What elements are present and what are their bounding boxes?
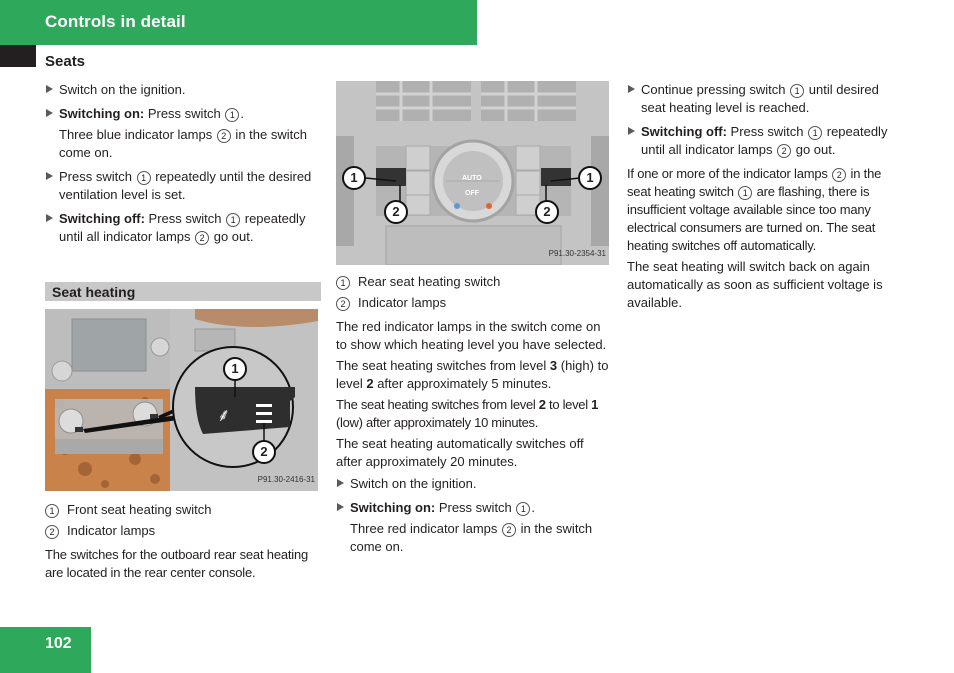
paragraph: The red indicator lamps in the switch co… xyxy=(336,319,607,352)
front-console-illustration: ⸙ xyxy=(45,309,318,491)
arrow-bullet-icon xyxy=(337,503,344,511)
page-number: 102 xyxy=(45,635,72,652)
reference-number: 1 xyxy=(136,171,151,185)
arrow-bullet-icon xyxy=(628,127,635,135)
instruction-step: Switching on: Press switch 1. xyxy=(45,105,321,123)
paragraph: If one or more of the indicator lamps 2 … xyxy=(627,166,882,253)
callout-1: 1 xyxy=(223,357,247,381)
reference-number: 2 xyxy=(502,523,517,537)
reference-number: 1 xyxy=(226,213,241,227)
page-number-box: 102 xyxy=(0,627,91,673)
arrow-bullet-icon xyxy=(46,214,53,222)
reference-number: 1 xyxy=(225,108,240,122)
instruction-step: Press switch 1 repeatedly until the desi… xyxy=(45,168,321,204)
column-1: Switch on the ignition. Switching on: Pr… xyxy=(45,81,321,585)
callout-2-right: 2 xyxy=(535,200,559,224)
section-marker xyxy=(0,45,36,67)
legend-item: 1 Rear seat heating switch xyxy=(336,273,612,291)
rear-console-photo: AUTO OFF 1 2 1 2 P91.30-2354-31 xyxy=(336,81,609,265)
front-console-photo: ⸙ 1 2 P91.30-2416-31 xyxy=(45,309,318,491)
subsection-heading: Seat heating xyxy=(45,282,321,301)
arrow-bullet-icon xyxy=(628,85,635,93)
instruction-step: Continue pressing switch 1 until desired… xyxy=(627,81,903,117)
reference-number: 2 xyxy=(216,129,231,143)
arrow-bullet-icon xyxy=(337,479,344,487)
reference-number: 2 xyxy=(45,525,59,539)
arrow-bullet-icon xyxy=(46,172,53,180)
callout-1-left: 1 xyxy=(342,166,366,190)
instruction-result: Three red indicator lamps 2 in the switc… xyxy=(350,521,593,554)
section-title: Seats xyxy=(45,53,86,70)
climate-off-label: OFF xyxy=(465,190,479,197)
reference-number: 1 xyxy=(45,504,59,518)
paragraph: The seat heating switches from level 3 (… xyxy=(336,358,609,391)
column-3: Continue pressing switch 1 until desired… xyxy=(627,81,903,315)
callout-2: 2 xyxy=(252,440,276,464)
reference-number: 2 xyxy=(195,231,210,245)
note-text: The switches for the outboard rear seat … xyxy=(45,547,309,580)
reference-number: 1 xyxy=(738,186,753,200)
legend-item: 2 Indicator lamps xyxy=(45,522,321,540)
reference-number: 2 xyxy=(832,168,847,182)
arrow-bullet-icon xyxy=(46,109,53,117)
reference-number: 1 xyxy=(808,126,823,140)
instruction-step: Switch on the ignition. xyxy=(45,81,321,99)
instruction-result: Three blue indicator lamps 2 in the swit… xyxy=(59,127,307,160)
svg-text:⸙: ⸙ xyxy=(217,405,231,426)
reference-number: 1 xyxy=(516,502,531,516)
column-2: AUTO OFF 1 2 1 2 P91.30-2354-31 1 Rear se… xyxy=(336,81,612,562)
instruction-step: Switch on the ignition. xyxy=(336,475,612,493)
photo-code: P91.30-2354-31 xyxy=(548,249,606,258)
legend-item: 1 Front seat heating switch xyxy=(45,501,321,519)
instruction-step: Switching off: Press switch 1 repeatedly… xyxy=(627,123,903,159)
paragraph: The seat heating will switch back on aga… xyxy=(627,259,883,310)
instruction-step: Switching on: Press switch 1. xyxy=(336,499,612,517)
callout-1-right: 1 xyxy=(578,166,602,190)
legend-item: 2 Indicator lamps xyxy=(336,294,612,312)
arrow-bullet-icon xyxy=(46,85,53,93)
paragraph: The seat heating automatically switches … xyxy=(336,436,584,469)
callout-2-left: 2 xyxy=(384,200,408,224)
instruction-step: Switching off: Press switch 1 repeatedly… xyxy=(45,210,321,246)
reference-number: 2 xyxy=(777,144,792,158)
reference-number: 2 xyxy=(336,297,350,311)
paragraph: The seat heating switches from level 2 t… xyxy=(336,397,599,430)
photo-code: P91.30-2416-31 xyxy=(257,475,315,484)
chapter-title: Controls in detail xyxy=(45,12,186,31)
reference-number: 1 xyxy=(790,84,805,98)
chapter-header-bar: Controls in detail xyxy=(0,0,477,45)
reference-number: 1 xyxy=(336,276,350,290)
